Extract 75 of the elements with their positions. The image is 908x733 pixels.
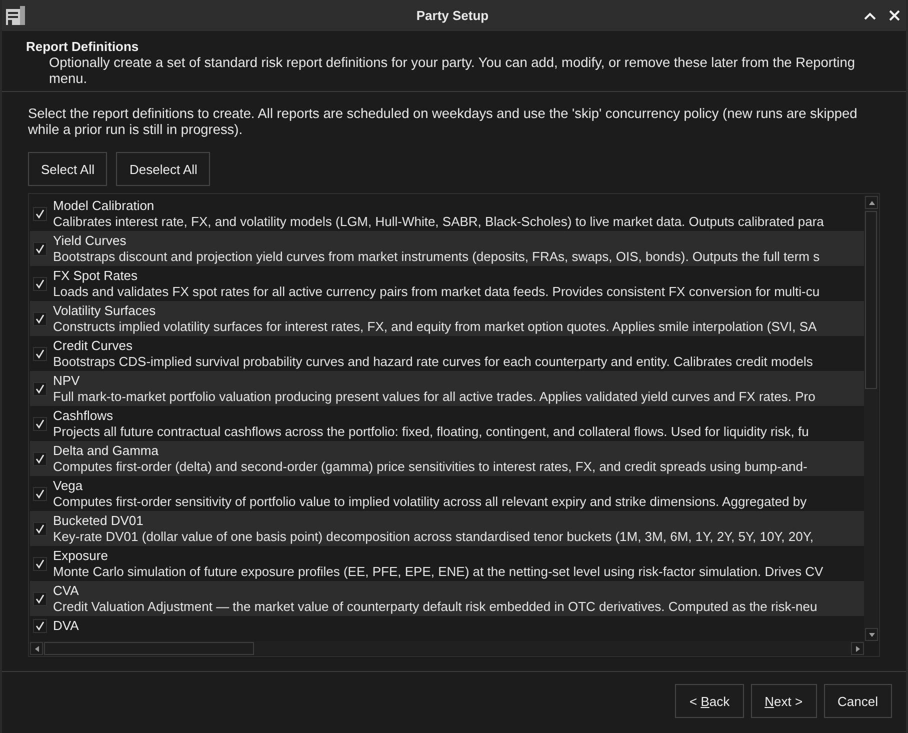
report-description: Full mark-to-market portfolio valuation producing present values for all active trades. Applies validated yield curves and FX rates. Pro — [53, 388, 816, 404]
report-description: Loads and validates FX spot rates for all active currency pairs from market data feeds. Provides consistent FX conversion for multi-cu — [53, 284, 821, 300]
select-all-button[interactable]: Select All — [28, 152, 108, 186]
checkbox[interactable] — [33, 486, 47, 500]
checkbox[interactable] — [33, 312, 47, 326]
report-description: Computes first-order sensitivity of portfolio value to implied volatility across all relevant expiry and strike dimensions. Aggregated by — [53, 494, 808, 510]
checkbox[interactable] — [33, 522, 47, 536]
next-button[interactable]: Next > — [750, 684, 817, 718]
report-name: Exposure — [53, 548, 109, 564]
section-description: Optionally create a set of standard risk report definitions for your party. You can add, modify, or remove these later from the Reporting menu. — [48, 55, 856, 87]
chevron-up-icon[interactable] — [864, 12, 876, 20]
scroll-right-button[interactable] — [851, 642, 864, 655]
triangle-left-icon — [34, 646, 40, 652]
report-description: Projects all future contractual cashflows across the portfolio: fixed, floating, contingent, and collateral flows. Used for liquidity risk, fu — [53, 424, 810, 440]
scroll-up-button[interactable] — [865, 196, 878, 209]
checkbox[interactable] — [33, 592, 47, 606]
report-name: FX Spot Rates — [53, 268, 139, 284]
report-row[interactable]: Credit Curves Bootstraps CDS-implied survival probability curves and hazard rate curves for each counterparty and entity. Calibrates credit models — [30, 336, 864, 371]
scrollbar-thumb[interactable] — [44, 642, 254, 655]
section-title: Report Definitions — [26, 39, 140, 55]
report-row[interactable]: FX Spot Rates Loads and validates FX spot rates for all active currency pairs from market data feeds. Provides consistent FX conversion for multi-cu — [30, 266, 864, 301]
scroll-left-button[interactable] — [30, 642, 43, 655]
horizontal-scrollbar[interactable] — [30, 641, 864, 655]
report-row[interactable]: Bucketed DV01 Key-rate DV01 (dollar value of one basis point) decomposition across standardised tenor buckets (1M, 3M, 6M, 1Y, 2Y, 5Y, 10Y, 20Y, — [30, 511, 864, 546]
report-row[interactable]: Exposure Monte Carlo simulation of future exposure profiles (EE, PFE, EPE, ENE) at the netting-set level using risk-factor simulation. Drives CV — [30, 546, 864, 581]
report-description: Constructs implied volatility surfaces for interest rates, FX, and equity from market option quotes. Applies smile interpolation (SVI, SA — [53, 318, 818, 334]
window-title: Party Setup — [416, 8, 489, 23]
report-name: Model Calibration — [53, 198, 156, 214]
checkbox[interactable] — [33, 452, 47, 466]
report-description: Calibrates interest rate, FX, and volatility models (LGM, Hull-White, SABR, Black-Scholes) to live market data. Outputs calibrated para — [53, 214, 825, 230]
triangle-right-icon — [854, 646, 860, 652]
triangle-up-icon — [868, 200, 874, 206]
report-row[interactable]: Delta and Gamma Computes first-order (delta) and second-order (gamma) price sensitivities to interest rates, FX, and credit spreads using bump-and- — [30, 441, 864, 476]
report-row[interactable]: DVA — [30, 616, 864, 635]
report-description: Bootstraps discount and projection yield curves from market instruments (deposits, FRAs, swaps, OIS, bonds). Outputs the full term s — [53, 248, 821, 264]
report-name: Delta and Gamma — [53, 442, 160, 458]
building-icon — [5, 5, 26, 26]
report-row[interactable]: Yield Curves Bootstraps discount and projection yield curves from market instruments (deposits, FRAs, swaps, OIS, bonds). Outputs the full term s — [30, 231, 864, 266]
back-button[interactable]: < Back — [675, 684, 744, 718]
cancel-button[interactable]: Cancel — [824, 684, 892, 718]
report-row[interactable]: CVA Credit Valuation Adjustment — the market value of counterparty default risk embedded in OTC derivatives. Computed as the risk-neu — [30, 581, 864, 616]
report-row[interactable]: Volatility Surfaces Constructs implied volatility surfaces for interest rates, FX, and equity from market option quotes. Applies smile interpolation (SVI, SA — [30, 301, 864, 336]
report-row[interactable]: Cashflows Projects all future contractual cashflows across the portfolio: fixed, floating, contingent, and collateral flows. Used for liquidity risk, fu — [30, 406, 864, 441]
deselect-all-button[interactable]: Deselect All — [116, 152, 210, 186]
report-row[interactable]: Vega Computes first-order sensitivity of portfolio value to implied volatility across all relevant expiry and strike dimensions. Aggregated by — [30, 476, 864, 511]
report-row[interactable]: Model Calibration Calibrates interest rate, FX, and volatility models (LGM, Hull-White, SABR, Black-Scholes) to live market data. Outputs calibrated para — [30, 196, 864, 231]
report-name: Vega — [53, 478, 84, 494]
report-description: Bootstraps CDS-implied survival probability curves and hazard rate curves for each counterparty and entity. Calibrates credit models — [53, 354, 814, 370]
report-name: DVA — [53, 618, 80, 634]
report-name: Cashflows — [53, 408, 114, 424]
report-description: Key-rate DV01 (dollar value of one basis point) decomposition across standardised tenor buckets (1M, 3M, 6M, 1Y, 2Y, 5Y, 10Y, 20Y, — [53, 528, 814, 544]
report-description: Monte Carlo simulation of future exposure profiles (EE, PFE, EPE, ENE) at the netting-set level using risk-factor simulation. Drives CV — [53, 564, 824, 580]
checkbox[interactable] — [33, 242, 47, 256]
close-icon[interactable] — [889, 10, 900, 21]
report-name: Bucketed DV01 — [53, 512, 144, 528]
report-row[interactable]: NPV Full mark-to-market portfolio valuation producing present values for all active trades. Applies validated yield curves and FX rates. Pro — [30, 371, 864, 406]
checkbox[interactable] — [33, 556, 47, 570]
report-name: Volatility Surfaces — [53, 302, 157, 318]
instructions-text: Select the report definitions to create. All reports are scheduled on weekdays and use the 'skip' concurrency policy (new runs are skipped while a prior run is still in progress). — [28, 106, 858, 138]
checkbox[interactable] — [33, 346, 47, 360]
report-name: CVA — [53, 582, 80, 598]
scrollbar-thumb[interactable] — [865, 211, 877, 389]
checkbox[interactable] — [33, 618, 47, 632]
triangle-down-icon — [868, 632, 874, 638]
checkbox[interactable] — [33, 416, 47, 430]
vertical-scrollbar[interactable] — [864, 195, 878, 641]
checkbox[interactable] — [33, 276, 47, 290]
report-description: Credit Valuation Adjustment — the market value of counterparty default risk embedded in OTC derivatives. Computed as the risk-neu — [53, 598, 818, 614]
report-name: Credit Curves — [53, 338, 134, 354]
checkbox[interactable] — [33, 206, 47, 220]
report-name: NPV — [53, 372, 81, 388]
checkbox[interactable] — [33, 382, 47, 396]
report-description: Computes first-order (delta) and second-order (gamma) price sensitivities to interest rates, FX, and credit spreads using bump-and- — [53, 458, 808, 474]
scroll-down-button[interactable] — [865, 628, 878, 641]
report-name: Yield Curves — [53, 232, 128, 248]
